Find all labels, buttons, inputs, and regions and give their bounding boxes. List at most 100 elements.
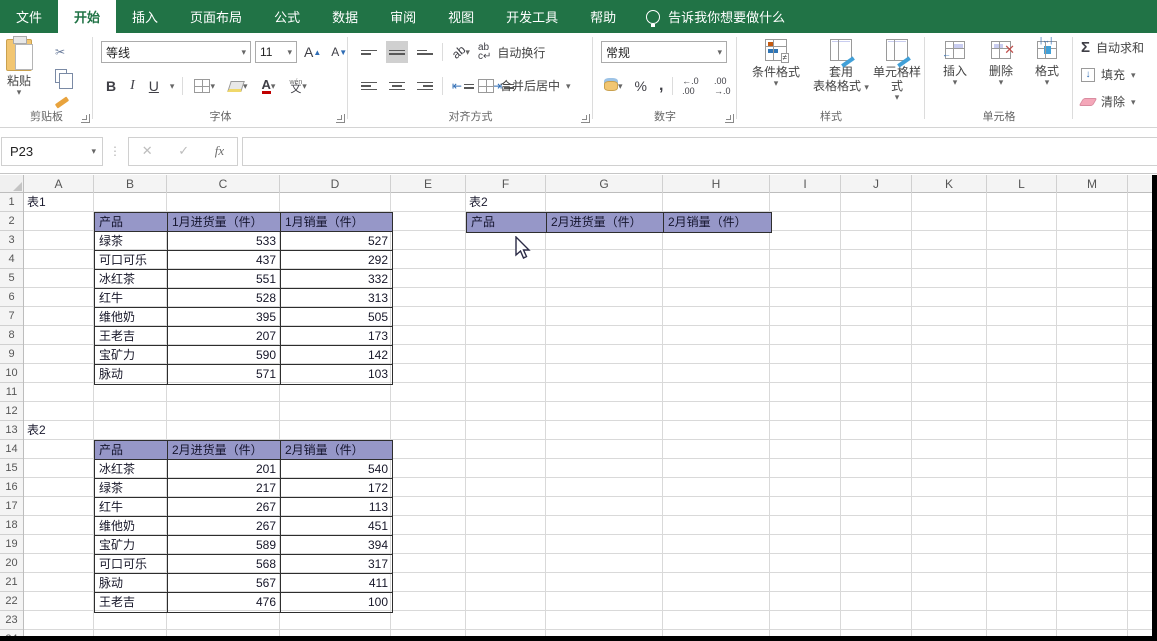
number-dialog-launcher-icon[interactable] [725,114,734,123]
table1-header-cell[interactable]: 产品 [95,213,168,232]
tab-视图[interactable]: 视图 [432,0,490,33]
column-header-D[interactable]: D [280,175,391,193]
tab-页面布局[interactable]: 页面布局 [174,0,258,33]
table2-bottom-cell[interactable]: 可口可乐 [95,555,168,574]
bold-button[interactable]: B [103,75,119,97]
row-header-3[interactable]: 3 [0,231,23,250]
tab-帮助[interactable]: 帮助 [574,0,632,33]
number-format-select[interactable]: 常规 ▾ [601,41,727,63]
table2-top-header-cell[interactable]: 产品 [467,213,547,232]
align-top-button[interactable] [358,41,380,63]
align-center-button[interactable] [386,75,408,97]
row-header-15[interactable]: 15 [0,459,23,478]
enter-button[interactable]: ✓ [178,143,189,159]
name-box[interactable]: P23 ▾ [1,137,103,166]
column-header-H[interactable]: H [663,175,770,193]
column-header-K[interactable]: K [912,175,987,193]
column-header-C[interactable]: C [167,175,280,193]
tell-me-box[interactable]: 告诉我你想要做什么 [632,0,799,33]
font-color-button[interactable]: A ▾ [259,75,279,97]
table1-cell[interactable]: 红牛 [95,289,168,308]
tab-审阅[interactable]: 审阅 [374,0,432,33]
align-bottom-button[interactable] [414,41,436,63]
increase-font-button[interactable]: A▲ [301,41,324,63]
row-header-16[interactable]: 16 [0,478,23,497]
table1-cell[interactable]: 王老吉 [95,327,168,346]
table2-bottom-cell[interactable]: 维他奶 [95,517,168,536]
row-header-2[interactable]: 2 [0,212,23,231]
sheet-grid[interactable]: ABCDEFGHIJKLM 12345678910111213141516171… [0,175,1157,641]
accounting-format-button[interactable]: ▾ [601,75,626,97]
table2-top-header-cell[interactable]: 2月进货量（件） [547,213,664,232]
row-headers[interactable]: 123456789101112131415161718192021222324 [0,193,24,641]
table2-bottom-cell[interactable]: 172 [281,479,392,498]
table2-bottom-cell[interactable]: 568 [168,555,281,574]
row-header-19[interactable]: 19 [0,535,23,554]
table2-bottom-cell[interactable]: 冰红茶 [95,460,168,479]
table1-cell[interactable]: 173 [281,327,392,346]
table2-bottom-cell[interactable]: 267 [168,498,281,517]
cell-styles-button[interactable]: 单元格样式 ▾ [871,39,923,101]
column-header-E[interactable]: E [391,175,466,193]
table2-bottom-cell[interactable]: 317 [281,555,392,574]
row-header-4[interactable]: 4 [0,250,23,269]
table2-bottom[interactable]: 产品2月进货量（件）2月销量（件）冰红茶201540绿茶217172红牛2671… [94,440,393,613]
table1-cell[interactable]: 590 [168,346,281,365]
column-headers[interactable]: ABCDEFGHIJKLM [24,175,1157,193]
row-header-7[interactable]: 7 [0,307,23,326]
table1-cell[interactable]: 103 [281,365,392,384]
row-header-20[interactable]: 20 [0,554,23,573]
fill-button[interactable]: ↓ 填充 ▾ [1081,66,1136,83]
row-header-13[interactable]: 13 [0,421,23,440]
insert-cells-button[interactable]: ← 插入 ▾ [935,41,975,86]
table1-cell[interactable]: 528 [168,289,281,308]
tab-数据[interactable]: 数据 [316,0,374,33]
table1-cell[interactable]: 冰红茶 [95,270,168,289]
cancel-button[interactable]: ✕ [142,143,153,159]
column-header-I[interactable]: I [770,175,841,193]
insert-function-button[interactable]: fx [215,143,224,159]
increase-decimal-button[interactable]: ←.0 .00 [679,75,705,97]
table2-top[interactable]: 产品2月进货量（件）2月销量（件） [466,212,772,233]
row-header-8[interactable]: 8 [0,326,23,345]
cell-A1-label[interactable]: 表1 [24,193,94,212]
row-header-23[interactable]: 23 [0,611,23,630]
row-header-17[interactable]: 17 [0,497,23,516]
table1-cell[interactable]: 551 [168,270,281,289]
table1-header-cell[interactable]: 1月销量（件） [281,213,392,232]
cell-F1-label[interactable]: 表2 [466,193,546,212]
table1-cell[interactable]: 571 [168,365,281,384]
phonetic-button[interactable]: wén 文 ▾ [286,75,309,97]
table2-bottom-cell[interactable]: 绿茶 [95,479,168,498]
row-header-1[interactable]: 1 [0,193,23,212]
tab-文件[interactable]: 文件 [0,0,58,33]
table1-cell[interactable]: 绿茶 [95,232,168,251]
table2-bottom-cell[interactable]: 394 [281,536,392,555]
fill-color-button[interactable]: ▾ [226,75,251,97]
row-header-22[interactable]: 22 [0,592,23,611]
font-name-select[interactable]: 等线 ▾ [101,41,251,63]
table2-bottom-cell[interactable]: 567 [168,574,281,593]
table2-bottom-cell[interactable]: 宝矿力 [95,536,168,555]
row-header-9[interactable]: 9 [0,345,23,364]
format-cells-button[interactable]: |↔| 格式 ▾ [1027,41,1067,86]
table1-cell[interactable]: 395 [168,308,281,327]
underline-dropdown-arrow[interactable]: ▾ [170,82,175,90]
clipboard-dialog-launcher-icon[interactable] [81,114,90,123]
table2-bottom-cell[interactable]: 267 [168,517,281,536]
table1-cell[interactable]: 533 [168,232,281,251]
formula-input[interactable] [242,137,1157,166]
font-dialog-launcher-icon[interactable] [336,114,345,123]
row-header-10[interactable]: 10 [0,364,23,383]
table2-bottom-cell[interactable]: 201 [168,460,281,479]
merge-center-button[interactable]: 合并后居中 ▾ [478,77,571,94]
table1-cell[interactable]: 207 [168,327,281,346]
table2-bottom-header-cell[interactable]: 2月进货量（件） [168,441,281,460]
font-size-select[interactable]: 11 ▾ [255,41,297,63]
column-header-J[interactable]: J [841,175,912,193]
table2-bottom-header-cell[interactable]: 2月销量（件） [281,441,392,460]
table1-cell[interactable]: 脉动 [95,365,168,384]
delete-cells-button[interactable]: ✕ 删除 ▾ [981,41,1021,86]
table1-cell[interactable]: 142 [281,346,392,365]
table2-bottom-cell[interactable]: 脉动 [95,574,168,593]
